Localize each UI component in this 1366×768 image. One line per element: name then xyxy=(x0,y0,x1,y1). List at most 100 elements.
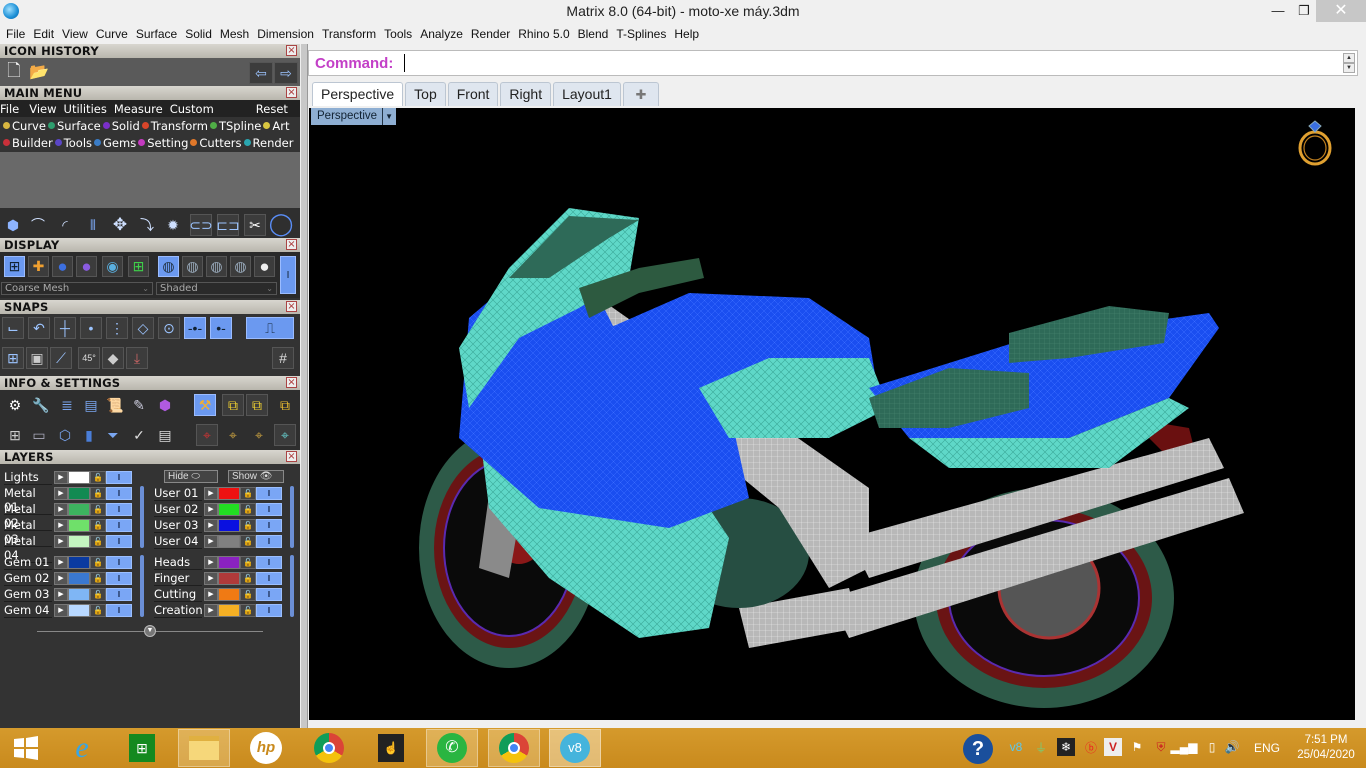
language-indicator[interactable]: ENG xyxy=(1254,741,1280,755)
layer-color-swatch[interactable] xyxy=(218,487,240,500)
menu-rhino5[interactable]: Rhino 5.0 xyxy=(515,27,574,41)
arc-curve-icon[interactable]: ⌒ xyxy=(27,214,49,236)
history-forward-button[interactable]: ⇨ xyxy=(274,62,298,84)
layer-name[interactable]: User 02 xyxy=(154,502,202,517)
layer-visibility-toggle[interactable]: I xyxy=(256,519,282,532)
layer-color-swatch[interactable] xyxy=(68,572,90,585)
mm-custom[interactable]: Custom xyxy=(170,102,214,116)
torus-icon[interactable]: ◯ xyxy=(269,211,294,236)
mm-utilities[interactable]: Utilities xyxy=(64,102,107,116)
ghosted-sphere-icon[interactable]: ◍ xyxy=(182,256,203,277)
solids-icon[interactable]: ⬢ xyxy=(2,214,24,236)
layer-visibility-toggle[interactable]: I xyxy=(106,604,132,617)
layer-expand-icon[interactable]: ▶ xyxy=(204,588,218,601)
scroll-down-icon[interactable]: ▼ xyxy=(1343,63,1355,73)
maximize-button[interactable]: ❐ xyxy=(1290,0,1318,22)
gumball-world-icon[interactable]: ⌖ xyxy=(274,424,296,446)
tab-right[interactable]: Right xyxy=(500,82,552,106)
layer-visibility-toggle[interactable]: I xyxy=(256,604,282,617)
clock[interactable]: 7:51 PM 25/04/2020 xyxy=(1290,733,1362,763)
layer-name[interactable]: User 04 xyxy=(154,534,202,549)
split-icon[interactable]: ⊏⊐ xyxy=(216,214,240,236)
mm-file[interactable]: File xyxy=(0,102,19,116)
technical-sphere-icon[interactable]: ◍ xyxy=(230,256,251,277)
layer-group-scrollbar[interactable] xyxy=(290,555,294,617)
layer-expand-icon[interactable]: ▶ xyxy=(54,503,68,516)
join-icon[interactable]: ⊂⊃ xyxy=(189,214,213,236)
layer-name[interactable]: Heads xyxy=(154,555,202,570)
layer-visibility-toggle[interactable]: I xyxy=(256,556,282,569)
mesh-density-select[interactable]: Coarse Mesh ⌄ xyxy=(1,282,153,295)
artistic-sphere-icon[interactable]: ● xyxy=(254,256,275,277)
layer-visibility-toggle[interactable]: I xyxy=(106,503,132,516)
snap-quad-icon[interactable]: ◇ xyxy=(132,317,154,339)
lock-icon[interactable]: 🔓 xyxy=(240,487,256,500)
taskbar-matrix-v8[interactable]: v8 xyxy=(549,729,601,767)
environment-icon[interactable]: ◉ xyxy=(102,256,123,277)
taskbar-touch-app[interactable]: ☝ xyxy=(365,729,417,767)
minimize-button[interactable]: — xyxy=(1264,0,1292,22)
help-icon[interactable]: ? xyxy=(963,734,993,764)
snap-intersection-icon[interactable]: ┼ xyxy=(54,317,76,339)
lock-icon[interactable]: 🔓 xyxy=(240,588,256,601)
bounding-box-icon[interactable]: ⬡ xyxy=(54,424,76,446)
menu-surface[interactable]: Surface xyxy=(133,27,182,41)
layer-name[interactable]: Lights xyxy=(4,470,52,485)
mm-render[interactable]: Render xyxy=(242,136,293,150)
close-icon[interactable]: × xyxy=(286,377,297,388)
tab-front[interactable]: Front xyxy=(447,82,499,106)
four-view-icon[interactable]: ⊞ xyxy=(128,256,149,277)
trim-icon[interactable]: ✂ xyxy=(244,214,266,236)
mm-cutters[interactable]: Cutters xyxy=(188,136,242,150)
render-settings-icon[interactable]: ⚒ xyxy=(194,394,216,416)
fillet-curve-icon[interactable]: ◜ xyxy=(54,214,76,236)
grid-snap-icon[interactable]: ⊞ xyxy=(2,347,24,369)
mm-measure[interactable]: Measure xyxy=(114,102,163,116)
layer-visibility-toggle[interactable]: I xyxy=(256,487,282,500)
shaded-sphere-icon[interactable]: ● xyxy=(52,256,73,277)
layer-visibility-toggle[interactable]: I xyxy=(106,588,132,601)
tab-layout1[interactable]: Layout1 xyxy=(553,82,621,106)
tray-v-icon[interactable]: V xyxy=(1104,738,1122,756)
menu-view[interactable]: View xyxy=(59,27,93,41)
taskbar-whatsapp[interactable]: ✆ xyxy=(426,729,478,767)
taskbar-chrome-2[interactable] xyxy=(488,729,540,767)
tray-flag-icon[interactable]: ⚑ xyxy=(1128,738,1146,756)
layer-name[interactable]: User 03 xyxy=(154,518,202,533)
history-purge-icon[interactable]: ⧉ xyxy=(274,394,296,416)
layer-name[interactable]: User 01 xyxy=(154,486,202,501)
menu-edit[interactable]: Edit xyxy=(30,27,59,41)
layer-color-swatch[interactable] xyxy=(218,519,240,532)
wireframe-display-icon[interactable]: ✚ xyxy=(28,256,49,277)
layer-name[interactable]: Finger xyxy=(154,571,202,586)
layer-color-swatch[interactable] xyxy=(68,487,90,500)
history-back-button[interactable]: ⇦ xyxy=(249,62,273,84)
layer-visibility-toggle[interactable]: I xyxy=(256,588,282,601)
hide-layers-button[interactable]: Hide ⬭ xyxy=(164,470,218,483)
move-icon[interactable]: ✥ xyxy=(109,214,131,236)
layer-color-swatch[interactable] xyxy=(68,519,90,532)
layer-expand-icon[interactable]: ▶ xyxy=(54,535,68,548)
mm-art[interactable]: Art xyxy=(261,119,289,133)
add-tab-button[interactable]: ✚ xyxy=(622,82,659,106)
layer-visibility-toggle[interactable]: I xyxy=(256,572,282,585)
documents-icon[interactable]: ▤ xyxy=(80,394,102,416)
layer-expand-icon[interactable]: ▶ xyxy=(204,572,218,585)
layer-color-swatch[interactable] xyxy=(68,535,90,548)
layer-visibility-toggle[interactable]: I xyxy=(256,503,282,516)
filter-icon[interactable]: ⏷ xyxy=(102,424,124,446)
battery-icon[interactable]: ▯ xyxy=(1203,738,1221,756)
layer-group-scrollbar[interactable] xyxy=(140,555,144,617)
angle-45-snap-icon[interactable]: 45° xyxy=(78,347,100,369)
materials-icon[interactable]: ⬢ xyxy=(154,394,176,416)
lock-icon[interactable]: 🔓 xyxy=(90,535,106,548)
taskbar-chrome[interactable] xyxy=(303,729,355,767)
tray-usb-icon[interactable]: ⏚ xyxy=(1032,738,1050,756)
layer-name[interactable]: Cutting xyxy=(154,587,202,602)
lock-icon[interactable]: 🔓 xyxy=(90,604,106,617)
layer-visibility-toggle[interactable]: I xyxy=(106,572,132,585)
snap-toggle-button[interactable]: ⎍ xyxy=(246,317,294,339)
xray-sphere-icon[interactable]: ◍ xyxy=(158,256,179,277)
menu-render[interactable]: Render xyxy=(468,27,515,41)
layer-expand-icon[interactable]: ▶ xyxy=(204,487,218,500)
